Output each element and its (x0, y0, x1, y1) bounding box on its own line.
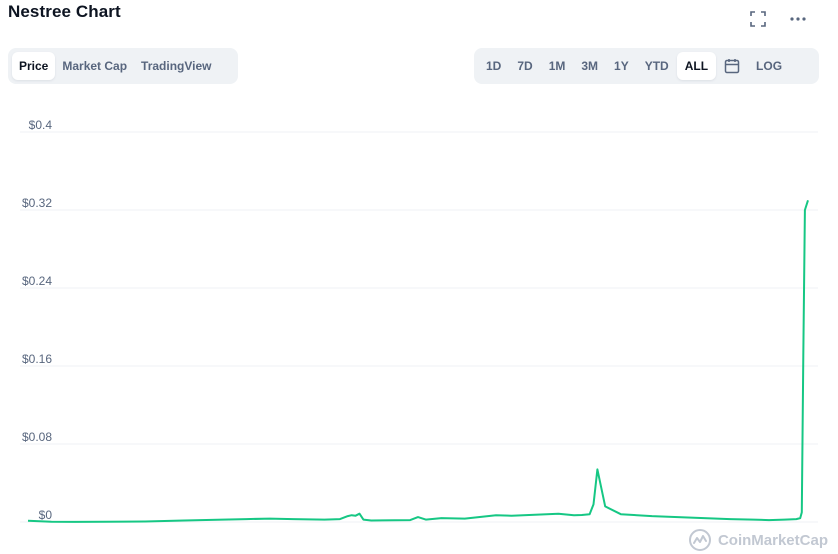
tab-price[interactable]: Price (12, 52, 56, 80)
chart-view-tabs: Price Market Cap TradingView (8, 48, 238, 84)
log-scale-toggle[interactable]: LOG (748, 52, 790, 80)
y-tick-label: $0.32 (22, 196, 52, 210)
watermark: CoinMarketCap (688, 528, 828, 552)
range-1m[interactable]: 1M (541, 52, 574, 80)
y-tick-label: $0.16 (22, 352, 52, 366)
tab-tradingview[interactable]: TradingView (134, 52, 218, 80)
range-1d[interactable]: 1D (478, 52, 509, 80)
y-tick-label: $0 (39, 508, 53, 522)
fullscreen-icon[interactable] (748, 9, 768, 29)
y-tick-label: $0.24 (22, 274, 52, 288)
price-chart[interactable]: $0.4 $0.32 $0.24 $0.16 $0.08 $0 (0, 110, 838, 530)
coinmarketcap-logo-icon (688, 529, 711, 551)
tab-market-cap[interactable]: Market Cap (55, 52, 134, 80)
range-7d[interactable]: 7D (509, 52, 540, 80)
more-horizontal-icon[interactable] (788, 9, 808, 29)
range-all[interactable]: ALL (676, 52, 717, 80)
y-tick-label: $0.08 (22, 430, 52, 444)
header-actions (748, 9, 808, 29)
page-title: Nestree Chart (8, 2, 121, 21)
y-tick-label: $0.4 (29, 118, 53, 132)
watermark-text: CoinMarketCap (717, 531, 828, 549)
range-1y[interactable]: 1Y (606, 52, 637, 80)
range-ytd[interactable]: YTD (637, 52, 677, 80)
price-line (27, 199, 809, 523)
range-3m[interactable]: 3M (573, 52, 606, 80)
calendar-icon[interactable] (716, 52, 748, 80)
time-range-tabs: 1D 7D 1M 3M 1Y YTD ALL LOG (474, 48, 819, 84)
